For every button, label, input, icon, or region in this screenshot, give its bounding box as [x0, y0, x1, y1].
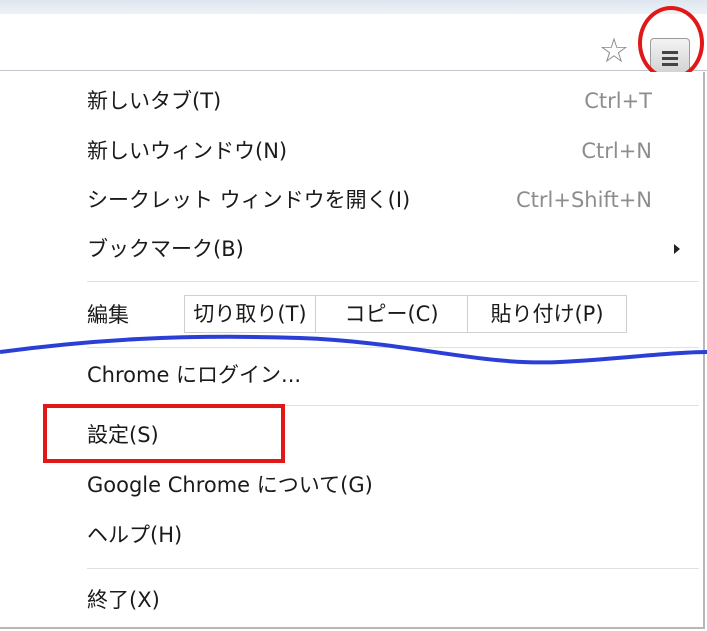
menu-separator: [87, 347, 699, 348]
menu-item-about[interactable]: Google Chrome について(G): [0, 462, 700, 508]
browser-tab-strip: [0, 0, 707, 15]
chrome-dropdown-menu: 新しいタブ(T) Ctrl+T 新しいウィンドウ(N) Ctrl+N シークレッ…: [0, 72, 705, 629]
menu-item-label: Chrome にログイン...: [87, 363, 302, 387]
paste-button[interactable]: 貼り付け(P): [468, 296, 626, 332]
menu-item-label: 終了(X): [87, 588, 160, 612]
menu-separator: [87, 405, 699, 406]
cut-button[interactable]: 切り取り(T): [185, 296, 316, 332]
menu-item-label: 新しいタブ(T): [87, 89, 222, 113]
menu-item-help[interactable]: ヘルプ(H): [0, 512, 700, 558]
menu-item-label: シークレット ウィンドウを開く(I): [87, 188, 411, 212]
menu-item-shortcut: Ctrl+T: [584, 89, 652, 113]
menu-item-label: 新しいウィンドウ(N): [87, 139, 288, 163]
menu-item-new-window[interactable]: 新しいウィンドウ(N) Ctrl+N: [0, 128, 700, 174]
menu-item-shortcut: Ctrl+N: [581, 139, 652, 163]
menu-item-exit[interactable]: 終了(X): [0, 577, 700, 623]
copy-button[interactable]: コピー(C): [316, 296, 468, 332]
menu-item-edit: 編集 切り取り(T) コピー(C) 貼り付け(P): [0, 292, 700, 338]
bookmark-star-icon[interactable]: ☆: [595, 32, 633, 70]
menu-item-settings[interactable]: 設定(S): [0, 412, 700, 458]
edit-button-group: 切り取り(T) コピー(C) 貼り付け(P): [184, 295, 627, 333]
menu-separator: [87, 281, 699, 282]
menu-item-incognito[interactable]: シークレット ウィンドウを開く(I) Ctrl+Shift+N: [0, 177, 700, 223]
menu-item-new-tab[interactable]: 新しいタブ(T) Ctrl+T: [0, 78, 700, 124]
menu-item-bookmarks[interactable]: ブックマーク(B): [0, 226, 700, 272]
submenu-arrow-icon: [674, 244, 680, 254]
menu-item-label: ブックマーク(B): [87, 237, 244, 261]
address-bar[interactable]: ☆: [0, 14, 707, 78]
menu-item-label: Google Chrome について(G): [87, 473, 373, 497]
hamburger-menu-icon: [662, 51, 678, 66]
menu-item-label: ヘルプ(H): [87, 523, 183, 547]
menu-item-label: 設定(S): [87, 423, 159, 447]
menu-item-sign-in[interactable]: Chrome にログイン...: [0, 352, 700, 398]
menu-item-shortcut: Ctrl+Shift+N: [516, 188, 652, 212]
edit-label: 編集: [87, 303, 129, 327]
menu-separator: [87, 568, 699, 569]
